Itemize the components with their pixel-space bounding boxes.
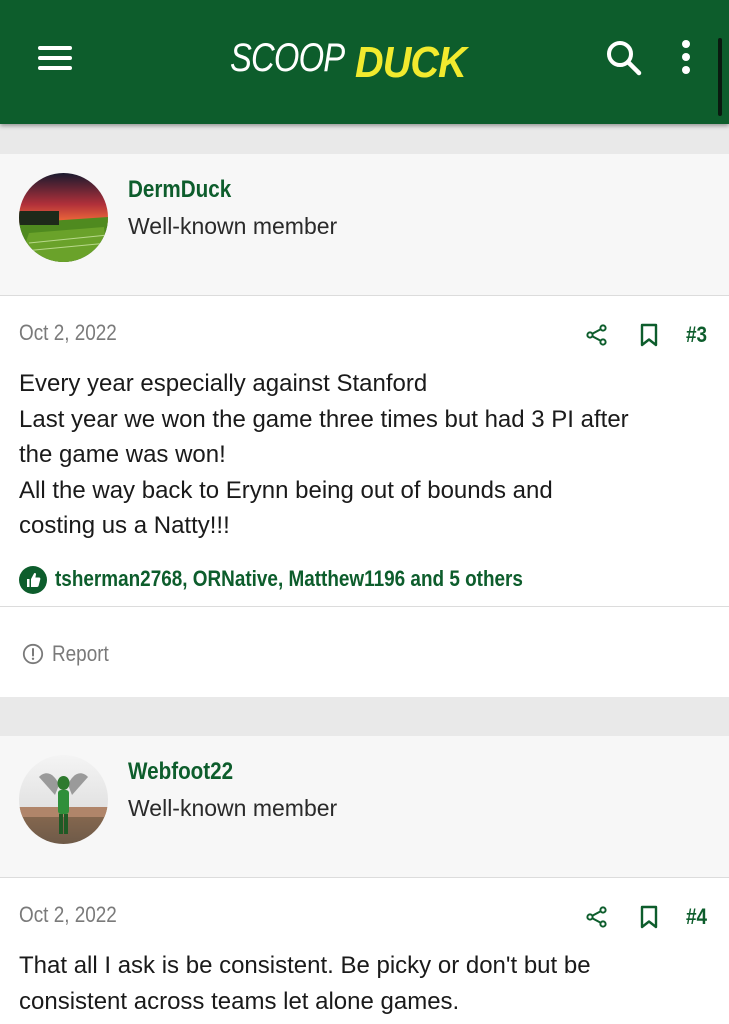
post-username[interactable]: Webfoot22	[128, 758, 233, 786]
post-number-link[interactable]: #3	[686, 322, 707, 348]
post-meta: Oct 2, 2022 #3	[0, 296, 729, 366]
post-date[interactable]: Oct 2, 2022	[19, 902, 117, 928]
post-author-block: DermDuck Well-known member	[0, 154, 729, 296]
user-title: Well-known member	[128, 795, 338, 821]
reactions-bar: tsherman2768, ORNative, Matthew1196 and …	[0, 558, 729, 606]
post-username[interactable]: DermDuck	[128, 176, 231, 204]
more-vertical-icon[interactable]	[672, 38, 700, 78]
alert-circle-icon	[22, 643, 44, 665]
post-body-line: consistent across teams let alone games.	[19, 987, 460, 1015]
share-icon[interactable]	[585, 323, 609, 347]
like-icon	[19, 565, 47, 594]
avatar[interactable]	[19, 173, 108, 262]
post-date[interactable]: Oct 2, 2022	[19, 320, 117, 346]
avatar[interactable]	[19, 755, 108, 844]
menu-icon[interactable]	[36, 44, 76, 72]
post-footer: Report	[0, 607, 729, 697]
site-header: SCOOP DUCK	[0, 0, 729, 124]
post-body-line: Every year especially against Stanford	[19, 370, 428, 397]
scrollbar[interactable]	[718, 38, 722, 116]
post-item: DermDuck Well-known member Oct 2, 2022 #…	[0, 154, 729, 697]
post-meta: Oct 2, 2022 #4	[0, 878, 729, 948]
post-body: Every year especially against Stanford L…	[0, 366, 729, 544]
search-icon[interactable]	[604, 38, 644, 78]
report-label: Report	[52, 640, 109, 666]
report-button[interactable]: Report	[22, 641, 118, 667]
logo-text-duck: DUCK	[355, 38, 467, 87]
post-body-line: That all I ask is be consistent. Be pick…	[19, 952, 591, 979]
post-body: That all I ask is be consistent. Be pick…	[0, 948, 729, 1019]
post-body-line: costing us a Natty!!!	[19, 512, 230, 539]
bookmark-icon[interactable]	[638, 904, 660, 930]
post-number-link[interactable]: #4	[686, 904, 707, 930]
user-title: Well-known member	[128, 213, 338, 239]
logo-text-scoop: SCOOP	[230, 36, 345, 80]
post-body-line: the game was won!	[19, 441, 226, 468]
post-body-line: Last year we won the game three times bu…	[19, 405, 629, 433]
site-logo[interactable]: SCOOP DUCK	[230, 32, 479, 87]
reaction-list-link[interactable]: tsherman2768, ORNative, Matthew1196 and …	[55, 566, 523, 592]
post-body-line: All the way back to Erynn being out of b…	[19, 476, 553, 504]
share-icon[interactable]	[585, 905, 609, 929]
bookmark-icon[interactable]	[638, 322, 660, 348]
post-item: Webfoot22 Well-known member Oct 2, 2022 …	[0, 736, 729, 1024]
post-author-block: Webfoot22 Well-known member	[0, 736, 729, 878]
